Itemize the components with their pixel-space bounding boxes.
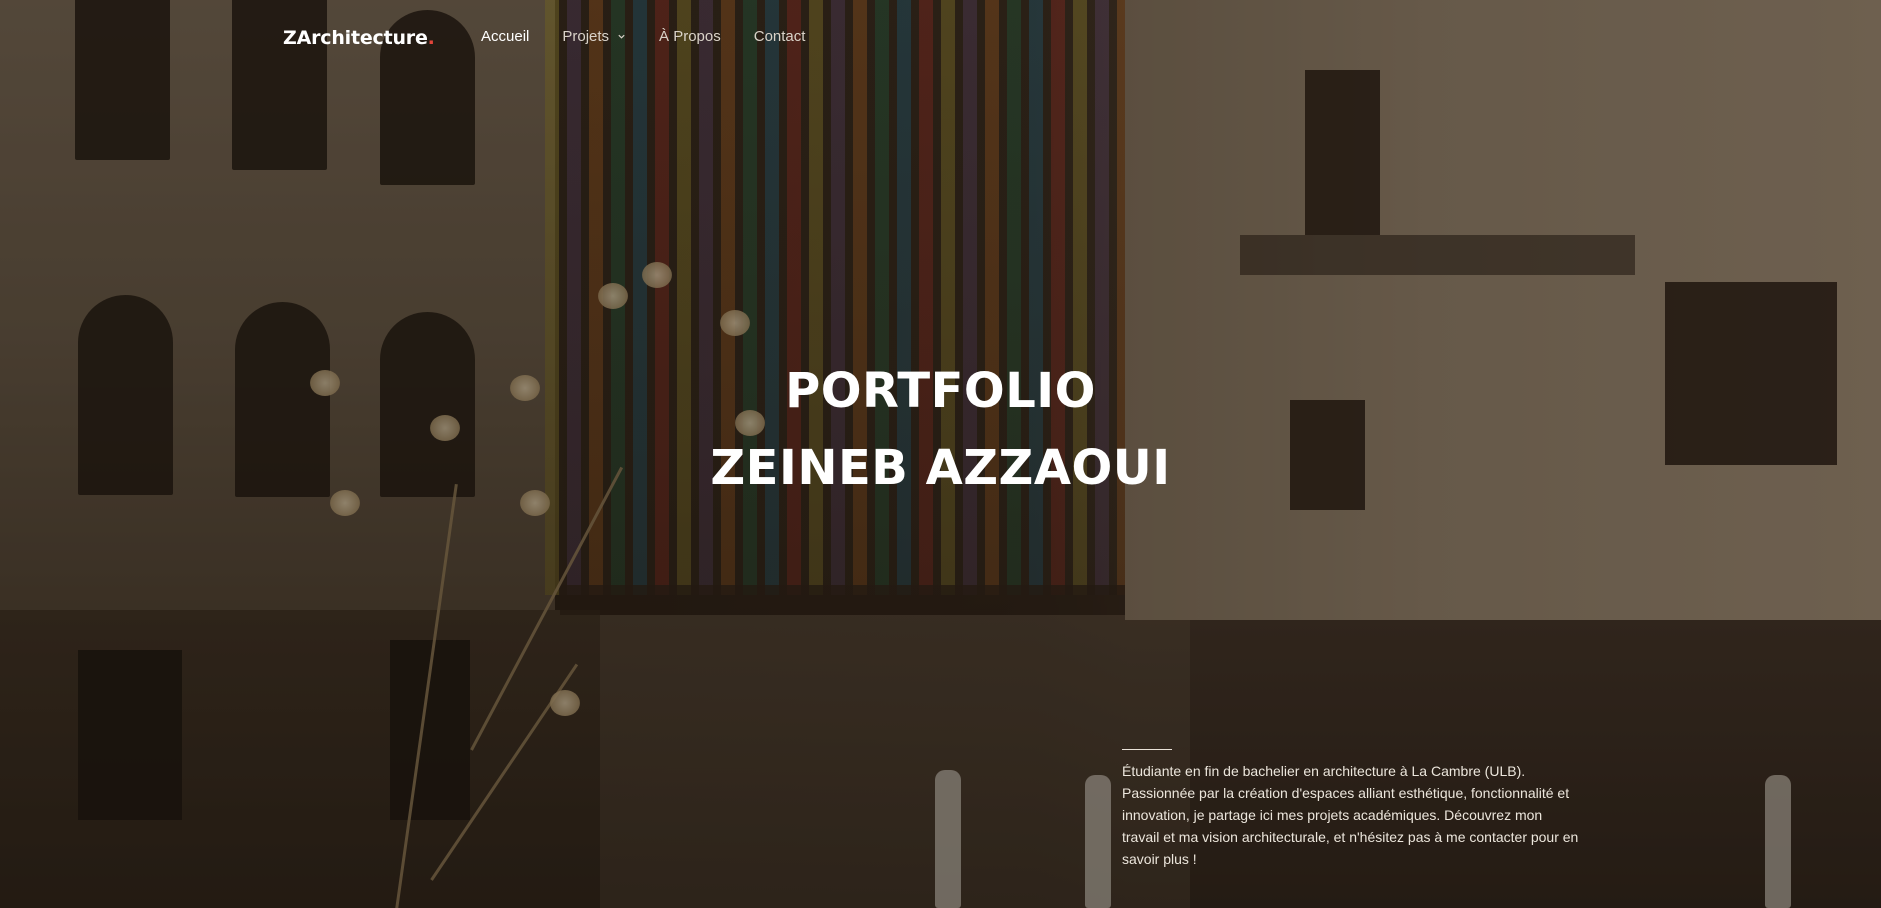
intro-paragraph: Étudiante en fin de bachelier en archite… bbox=[1122, 763, 1579, 867]
nav-item-label: Contact bbox=[753, 28, 806, 45]
intro-divider bbox=[1122, 749, 1172, 750]
site-logo[interactable]: ZArchitecture. bbox=[283, 27, 435, 49]
chevron-down-icon bbox=[618, 34, 625, 39]
nav-item-label: Accueil bbox=[481, 28, 530, 45]
nav-item-contact[interactable]: Contact bbox=[754, 28, 806, 45]
nav-item-a-propos[interactable]: À Propos bbox=[659, 28, 721, 45]
hero-title-name: ZEINEB AZZAOUI bbox=[710, 440, 1171, 496]
top-navigation: ZArchitecture. Accueil Projets À Propos … bbox=[0, 0, 1881, 75]
nav-item-label: Projets bbox=[562, 28, 610, 45]
nav-item-label: À Propos bbox=[659, 28, 721, 45]
nav-menu: Accueil Projets À Propos Contact bbox=[481, 28, 838, 45]
logo-text: ZArchitecture bbox=[283, 27, 428, 49]
nav-item-accueil[interactable]: Accueil bbox=[481, 28, 529, 45]
hero-title-portfolio: PORTFOLIO bbox=[785, 363, 1096, 419]
logo-dot: . bbox=[427, 27, 435, 49]
nav-item-projets[interactable]: Projets bbox=[562, 28, 626, 45]
